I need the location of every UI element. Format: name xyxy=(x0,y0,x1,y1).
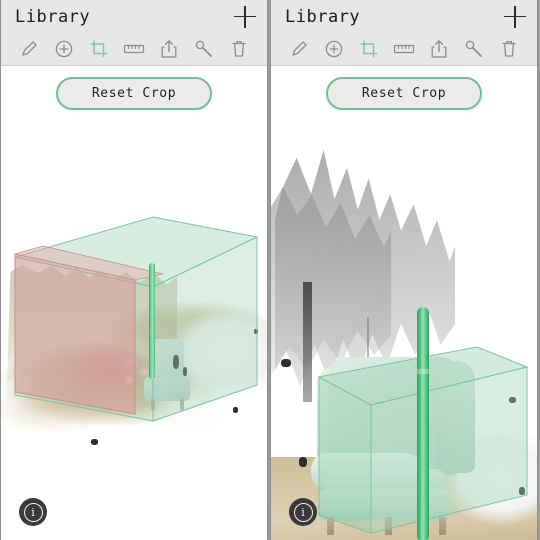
reset-crop-wrap: Reset Crop xyxy=(1,77,267,110)
titlebar: Library xyxy=(1,0,267,33)
toolbar-item-delete[interactable] xyxy=(497,37,521,61)
info-icon: i xyxy=(293,502,313,522)
toolbar-item-share[interactable] xyxy=(157,37,181,61)
panel-right: Library Reset Crop i xyxy=(270,0,538,540)
mesh-speck xyxy=(91,439,98,445)
share-icon xyxy=(159,39,179,59)
toolbar-item-tools[interactable] xyxy=(462,37,486,61)
toolbar-item-add[interactable] xyxy=(52,37,76,61)
page-title: Library xyxy=(15,6,91,27)
toolbar xyxy=(271,33,537,66)
scene-mesh-left xyxy=(1,67,267,540)
toolbar-item-tools[interactable] xyxy=(192,37,216,61)
crop-handle-vertical[interactable] xyxy=(417,307,429,540)
wrench-icon xyxy=(464,39,484,59)
crop-handle-vertical[interactable] xyxy=(149,263,155,379)
ruler-icon xyxy=(393,39,415,59)
mesh-speck xyxy=(233,407,238,413)
pencil-icon xyxy=(289,39,309,59)
info-icon: i xyxy=(23,502,43,522)
trash-icon xyxy=(229,39,249,59)
toolbar-item-crop[interactable] xyxy=(87,37,111,61)
page-title: Library xyxy=(285,6,361,27)
pencil-icon xyxy=(19,39,39,59)
mesh-speck xyxy=(183,367,187,376)
plus-circle-icon xyxy=(324,39,344,59)
scene-mesh-right xyxy=(271,67,537,540)
toolbar-item-delete[interactable] xyxy=(227,37,251,61)
reset-crop-wrap: Reset Crop xyxy=(271,77,537,110)
mesh-speck xyxy=(254,329,258,334)
viewport-3d-left[interactable]: Reset Crop i xyxy=(1,67,267,540)
crop-icon xyxy=(359,39,379,59)
toolbar-item-add[interactable] xyxy=(322,37,346,61)
reset-crop-button[interactable]: Reset Crop xyxy=(55,77,213,110)
info-button[interactable]: i xyxy=(19,498,47,526)
crop-handle-band xyxy=(417,369,429,374)
toolbar-item-edit[interactable] xyxy=(287,37,311,61)
toolbar-item-edit[interactable] xyxy=(17,37,41,61)
wrench-icon xyxy=(194,39,214,59)
mesh-speck xyxy=(173,355,179,369)
toolbar-item-measure[interactable] xyxy=(392,37,416,61)
viewport-3d-right[interactable]: Reset Crop i xyxy=(271,67,537,540)
add-item-button[interactable] xyxy=(232,4,258,30)
panel-left: Library Reset Crop i xyxy=(0,0,268,540)
mesh-speck xyxy=(519,487,525,495)
info-button[interactable]: i xyxy=(289,498,317,526)
titlebar: Library xyxy=(271,0,537,33)
trash-icon xyxy=(499,39,519,59)
crop-icon xyxy=(89,39,109,59)
mesh-speck xyxy=(509,397,516,403)
app-root: Library Reset Crop i Library Reset Crop … xyxy=(0,0,540,540)
armchair-mesh xyxy=(307,357,487,540)
plus-circle-icon xyxy=(54,39,74,59)
ruler-icon xyxy=(123,39,145,59)
reset-crop-button[interactable]: Reset Crop xyxy=(325,77,483,110)
toolbar-item-measure[interactable] xyxy=(122,37,146,61)
share-icon xyxy=(429,39,449,59)
mesh-speck xyxy=(281,359,291,367)
add-item-button[interactable] xyxy=(502,4,528,30)
mesh-speck xyxy=(299,457,307,467)
toolbar-item-crop[interactable] xyxy=(357,37,381,61)
toolbar xyxy=(1,33,267,66)
toolbar-item-share[interactable] xyxy=(427,37,451,61)
